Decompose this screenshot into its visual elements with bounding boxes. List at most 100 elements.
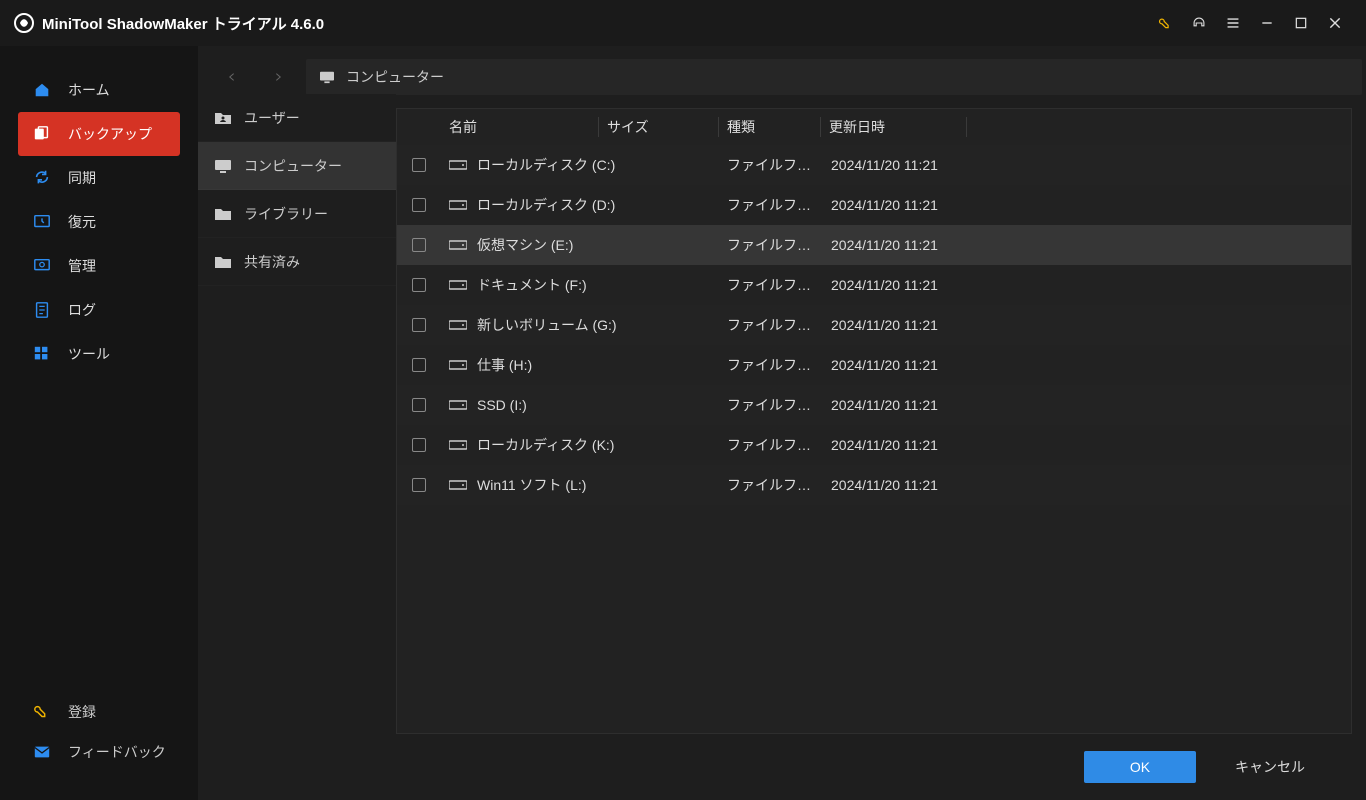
row-date: 2024/11/20 11:21 — [823, 437, 983, 453]
sidebar-item-5[interactable]: ログ — [18, 288, 180, 332]
folder-icon — [214, 254, 232, 270]
support-icon[interactable] — [1182, 0, 1216, 46]
table-row[interactable]: Win11 ソフト (L:) ファイルフォルダ 2024/11/20 11:21 — [397, 465, 1351, 505]
col-name[interactable]: 名前 — [441, 117, 599, 137]
row-name: Win11 ソフト (L:) — [441, 475, 719, 495]
app-logo: MiniTool ShadowMaker トライアル 4.6.0 — [14, 13, 324, 34]
main: コンピューター ユーザーコンピューターライブラリー共有済み 名前 サイズ 種類 … — [198, 46, 1366, 800]
log-icon — [32, 301, 52, 319]
tree-item-label: コンピューター — [244, 156, 342, 176]
col-size[interactable]: サイズ — [599, 117, 719, 137]
sidebar-item-label: ホーム — [68, 80, 110, 100]
sidebar-item-2[interactable]: 同期 — [18, 156, 180, 200]
body: ホームバックアップ同期復元管理ログツール 登録フィードバック コンピューター ユ… — [0, 46, 1366, 800]
tree-item-2[interactable]: ライブラリー — [198, 190, 396, 238]
drive-icon — [449, 239, 467, 251]
row-checkbox[interactable] — [397, 238, 441, 252]
sidebar-item-3[interactable]: 復元 — [18, 200, 180, 244]
row-name: SSD (I:) — [441, 397, 719, 413]
app-title: MiniTool ShadowMaker トライアル 4.6.0 — [42, 13, 324, 34]
maximize-icon[interactable] — [1284, 0, 1318, 46]
sidebar-item-label: ツール — [68, 344, 110, 364]
tree-item-3[interactable]: 共有済み — [198, 238, 396, 286]
table-row[interactable]: ローカルディスク (K:) ファイルフォルダ 2024/11/20 11:21 — [397, 425, 1351, 465]
minimize-icon[interactable] — [1250, 0, 1284, 46]
sidebar-item-4[interactable]: 管理 — [18, 244, 180, 288]
folder-icon — [214, 110, 232, 126]
row-date: 2024/11/20 11:21 — [823, 237, 983, 253]
table-row[interactable]: 新しいボリューム (G:) ファイルフォルダ 2024/11/20 11:21 — [397, 305, 1351, 345]
row-date: 2024/11/20 11:21 — [823, 277, 983, 293]
sidebar-bottom-item-0[interactable]: 登録 — [18, 692, 180, 732]
tree-item-label: 共有済み — [244, 252, 300, 272]
restore-icon — [32, 213, 52, 231]
row-date: 2024/11/20 11:21 — [823, 317, 983, 333]
drive-icon — [449, 359, 467, 371]
register-icon — [32, 703, 52, 721]
row-name: 仕事 (H:) — [441, 355, 719, 375]
row-checkbox[interactable] — [397, 398, 441, 412]
row-name: ローカルディスク (K:) — [441, 435, 719, 455]
table-row[interactable]: 仮想マシン (E:) ファイルフォルダ 2024/11/20 11:21 — [397, 225, 1351, 265]
manage-icon — [32, 257, 52, 275]
sidebar-item-label: 同期 — [68, 168, 96, 188]
row-type: ファイルフォルダ — [719, 435, 823, 455]
nav-back-button[interactable] — [214, 59, 250, 95]
row-checkbox[interactable] — [397, 318, 441, 332]
path-toolbar: コンピューター — [198, 46, 1366, 94]
row-type: ファイルフォルダ — [719, 275, 823, 295]
row-date: 2024/11/20 11:21 — [823, 357, 983, 373]
sync-icon — [32, 169, 52, 187]
col-type[interactable]: 種類 — [719, 117, 821, 137]
sidebar-bottom-label: 登録 — [68, 702, 96, 722]
breadcrumb[interactable]: コンピューター — [306, 59, 1362, 95]
sidebar-item-0[interactable]: ホーム — [18, 68, 180, 112]
row-name: 新しいボリューム (G:) — [441, 315, 719, 335]
file-grid-header: 名前 サイズ 種類 更新日時 — [397, 109, 1351, 145]
row-name: ローカルディスク (D:) — [441, 195, 719, 215]
cancel-button[interactable]: キャンセル — [1214, 751, 1326, 783]
table-row[interactable]: 仕事 (H:) ファイルフォルダ 2024/11/20 11:21 — [397, 345, 1351, 385]
sidebar-item-6[interactable]: ツール — [18, 332, 180, 376]
sidebar-item-label: 復元 — [68, 212, 96, 232]
drive-icon — [449, 399, 467, 411]
sidebar-item-label: 管理 — [68, 256, 96, 276]
tree-item-1[interactable]: コンピューター — [198, 142, 396, 190]
row-name: 仮想マシン (E:) — [441, 235, 719, 255]
row-checkbox[interactable] — [397, 198, 441, 212]
row-date: 2024/11/20 11:21 — [823, 477, 983, 493]
row-type: ファイルフォルダ — [719, 355, 823, 375]
col-date[interactable]: 更新日時 — [821, 117, 967, 137]
row-checkbox[interactable] — [397, 278, 441, 292]
row-checkbox[interactable] — [397, 158, 441, 172]
menu-icon[interactable] — [1216, 0, 1250, 46]
table-row[interactable]: ローカルディスク (C:) ファイルフォルダ 2024/11/20 11:21 — [397, 145, 1351, 185]
row-type: ファイルフォルダ — [719, 155, 823, 175]
sidebar-item-1[interactable]: バックアップ — [18, 112, 180, 156]
row-checkbox[interactable] — [397, 438, 441, 452]
ok-button[interactable]: OK — [1084, 751, 1196, 783]
feedback-icon — [32, 743, 52, 761]
tree-item-0[interactable]: ユーザー — [198, 94, 396, 142]
file-panel: 名前 サイズ 種類 更新日時 ローカルディスク (C:) ファイルフォルダ 20… — [396, 108, 1352, 734]
sidebar-bottom-label: フィードバック — [68, 742, 166, 762]
backup-icon — [32, 125, 52, 143]
file-browser: ユーザーコンピューターライブラリー共有済み 名前 サイズ 種類 更新日時 ローカ… — [198, 94, 1366, 734]
drive-icon — [449, 319, 467, 331]
table-row[interactable]: ドキュメント (F:) ファイルフォルダ 2024/11/20 11:21 — [397, 265, 1351, 305]
row-checkbox[interactable] — [397, 478, 441, 492]
table-row[interactable]: ローカルディスク (D:) ファイルフォルダ 2024/11/20 11:21 — [397, 185, 1351, 225]
close-icon[interactable] — [1318, 0, 1352, 46]
sidebar-bottom-item-1[interactable]: フィードバック — [18, 732, 180, 772]
row-type: ファイルフォルダ — [719, 235, 823, 255]
nav-forward-button[interactable] — [260, 59, 296, 95]
sidebar-bottom: 登録フィードバック — [0, 692, 198, 800]
row-checkbox[interactable] — [397, 358, 441, 372]
drive-icon — [449, 439, 467, 451]
drive-icon — [449, 279, 467, 291]
row-date: 2024/11/20 11:21 — [823, 197, 983, 213]
table-row[interactable]: SSD (I:) ファイルフォルダ 2024/11/20 11:21 — [397, 385, 1351, 425]
license-key-icon[interactable] — [1148, 0, 1182, 46]
file-grid-body: ローカルディスク (C:) ファイルフォルダ 2024/11/20 11:21 … — [397, 145, 1351, 733]
tools-icon — [32, 345, 52, 363]
